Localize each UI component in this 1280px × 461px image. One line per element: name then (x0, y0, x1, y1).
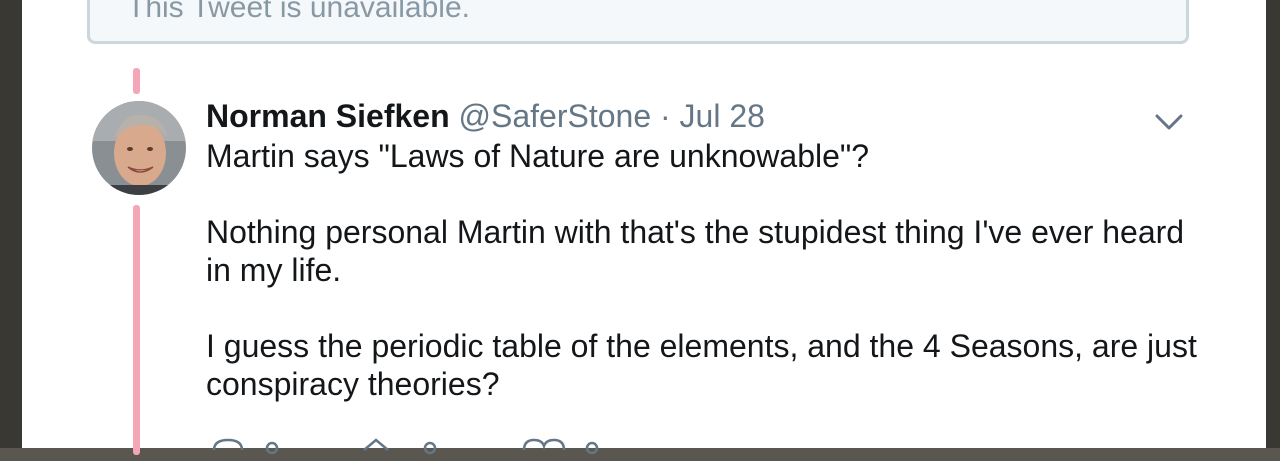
tweet-paragraph-1: Martin says "Laws of Nature are unknowab… (206, 138, 870, 174)
unavailable-tweet-text: This Tweet is unavailable. (127, 0, 470, 24)
tweet-date[interactable]: Jul 28 (680, 98, 765, 134)
retweet-icon[interactable] (363, 438, 437, 455)
tweet-paragraph-2: Nothing personal Martin with that's the … (206, 214, 1185, 288)
meta-separator: · (660, 98, 671, 134)
reply-icon[interactable] (212, 438, 279, 455)
tweet-header: Norman Siefken @SaferStone · Jul 28 (206, 96, 1206, 136)
chevron-down-icon[interactable] (1154, 110, 1184, 134)
tweet-paragraph-3: I guess the periodic table of the elemen… (206, 328, 1197, 402)
author-handle[interactable]: @SaferStone (459, 98, 652, 134)
heart-icon[interactable] (522, 438, 599, 455)
avatar[interactable] (92, 101, 186, 195)
tweet-content: Norman Siefken @SaferStone · Jul 28 Mart… (206, 96, 1206, 403)
unavailable-tweet-box: This Tweet is unavailable. (87, 0, 1189, 44)
tweet-actions (212, 436, 632, 461)
author-name[interactable]: Norman Siefken (206, 98, 450, 134)
thread-line-bottom (133, 205, 140, 455)
tweet-card: This Tweet is unavailable. Norman Siefke… (22, 0, 1266, 455)
thread-line-top (133, 68, 140, 94)
